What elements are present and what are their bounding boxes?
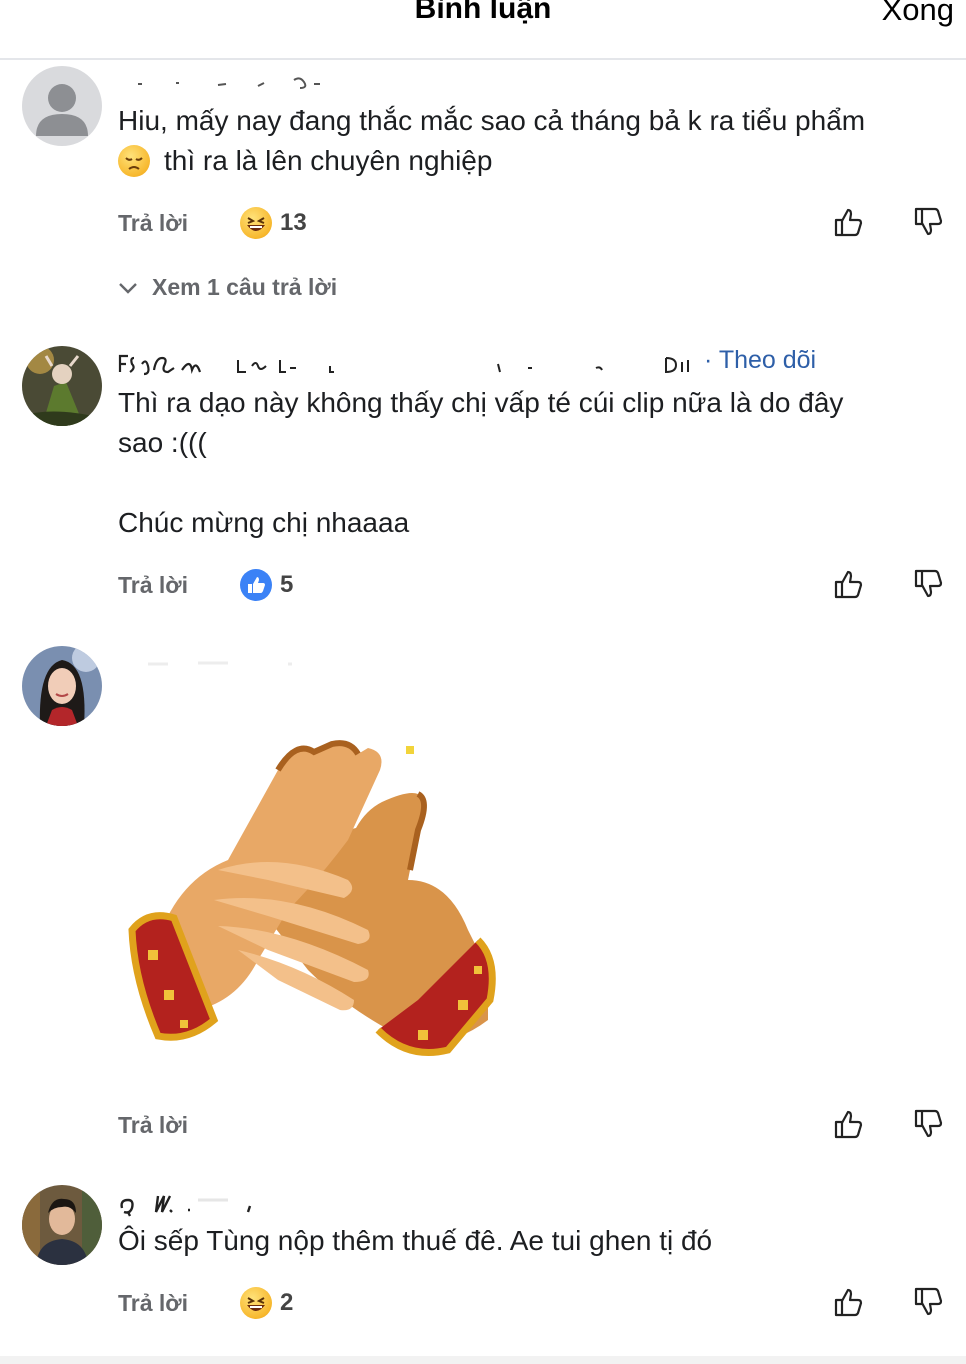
reply-button[interactable]: Trả lời <box>118 572 188 599</box>
reaction-summary[interactable]: 2 <box>240 1286 293 1320</box>
blurred-author-name[interactable] <box>118 350 698 378</box>
blurred-author-name[interactable] <box>118 72 338 94</box>
thumbs-down-icon[interactable] <box>912 1108 944 1140</box>
bottom-divider <box>0 1356 966 1364</box>
comment-text: Ôi sếp Tùng nộp thêm thuế đê. Ae tui ghe… <box>118 1225 713 1256</box>
comments-header: Bình luận Xong <box>0 0 966 60</box>
avatar[interactable] <box>22 66 102 146</box>
follow-button[interactable]: · Theo dõi <box>704 346 816 375</box>
avatar[interactable] <box>22 1185 102 1265</box>
thumbs-up-icon[interactable] <box>832 206 864 238</box>
reaction-summary[interactable]: 5 <box>240 568 293 602</box>
thumbs-up-icon[interactable] <box>832 1286 864 1318</box>
avatar[interactable] <box>22 646 102 726</box>
disappointed-face-emoji <box>118 145 150 177</box>
thumbs-up-icon[interactable] <box>832 568 864 600</box>
view-replies-button[interactable]: Xem 1 câu trả lời <box>118 274 337 301</box>
page-title: Bình luận <box>414 0 552 25</box>
thumbs-down-icon[interactable] <box>912 1286 944 1318</box>
reaction-summary[interactable]: 13 <box>240 206 307 240</box>
blurred-author-name[interactable] <box>118 1186 298 1218</box>
reply-button[interactable]: Trả lời <box>118 1112 188 1139</box>
done-button[interactable]: Xong <box>882 0 954 28</box>
haha-emoji-icon <box>240 1287 272 1319</box>
clapping-hands-sticker[interactable] <box>118 730 518 1080</box>
haha-emoji-icon <box>240 207 272 239</box>
comment-text: Thì ra dạo này không thấy chị vấp té cúi… <box>118 387 844 538</box>
blurred-author-name[interactable] <box>118 654 318 672</box>
avatar[interactable] <box>22 346 102 426</box>
reply-button[interactable]: Trả lời <box>118 210 188 237</box>
thumbs-up-icon[interactable] <box>832 1108 864 1140</box>
chevron-down-icon <box>119 282 137 294</box>
default-avatar-icon <box>36 84 88 136</box>
like-icon <box>240 569 272 601</box>
thumbs-down-icon[interactable] <box>912 568 944 600</box>
comment-text: Hiu, mấy nay đang thắc mắc sao cả tháng … <box>118 105 866 177</box>
thumbs-down-icon[interactable] <box>912 206 944 238</box>
reply-button[interactable]: Trả lời <box>118 1290 188 1317</box>
